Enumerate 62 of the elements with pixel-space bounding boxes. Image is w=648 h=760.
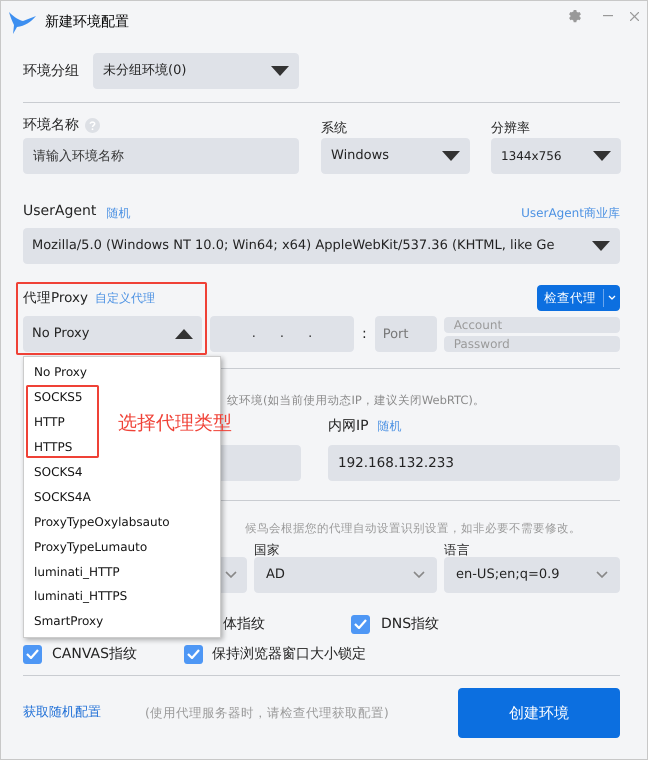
field-label: 代理Proxy — [23, 288, 88, 308]
chevron-down-icon — [225, 571, 237, 579]
menu-item[interactable]: SOCKS4A — [34, 488, 91, 506]
account-input[interactable]: Account — [444, 316, 620, 332]
menu-item[interactable]: ProxyTypeLumauto — [34, 538, 148, 556]
resolution-select[interactable]: 1344x756 — [491, 138, 621, 174]
field-label: 语言 — [444, 542, 470, 557]
field-label: 系统 — [321, 121, 347, 136]
menu-item[interactable]: HTTP — [34, 413, 65, 432]
menu-item[interactable]: SOCKS5 — [34, 388, 83, 406]
random-config-link[interactable]: 获取随机配置 — [23, 703, 101, 723]
caret-icon — [593, 151, 611, 161]
menu-item[interactable]: SmartProxy — [34, 612, 104, 630]
menu-item[interactable]: HTTPS — [34, 438, 72, 456]
group-select[interactable]: 未分组环境(0) — [93, 53, 299, 89]
menu-item[interactable]: luminati_HTTP — [34, 562, 120, 581]
create-button[interactable]: 创建环境 — [458, 688, 620, 738]
caret-icon — [175, 329, 193, 339]
menu-item[interactable]: ProxyTypeOxylabsauto — [34, 512, 170, 531]
port-input[interactable]: Port — [374, 316, 437, 352]
settings-icon[interactable] — [567, 8, 583, 24]
webrtc-note: 纹环境(如当前使用动态IP，建议关闭WebRTC)。 — [227, 393, 485, 407]
lan-ip-input[interactable]: 192.168.132.233 — [328, 445, 620, 481]
menu-item[interactable]: SOCKS4 — [34, 463, 83, 481]
field-label: 国家 — [254, 542, 280, 557]
check-proxy-button[interactable]: 检查代理 — [537, 285, 620, 311]
ip-input[interactable]: . . . — [210, 316, 354, 352]
field-label: 环境名称 — [23, 116, 79, 134]
system-select[interactable]: Windows — [321, 138, 470, 174]
caret-icon — [442, 151, 460, 161]
useragent-select[interactable]: Mozilla/5.0 (Windows NT 10.0; Win64; x64) AppleWebKit/537.36 (KHTML, like Ge — [23, 228, 620, 264]
proxy-type-select[interactable]: No Proxy — [23, 316, 202, 352]
close-icon[interactable] — [630, 12, 639, 20]
checkbox-label: DNS指纹 — [381, 614, 440, 634]
minimize-icon[interactable] — [603, 15, 613, 17]
checkbox[interactable] — [184, 644, 203, 664]
annotation-text: 选择代理类型 — [118, 411, 232, 436]
checkbox[interactable] — [351, 614, 370, 634]
field-label: 内网IP — [328, 416, 369, 436]
menu-item[interactable]: No Proxy — [34, 363, 88, 382]
country-select[interactable]: AD — [254, 557, 437, 593]
language-select[interactable]: en-US;en;q=0.9 — [444, 557, 620, 593]
name-input[interactable]: 请输入环境名称 — [23, 138, 299, 174]
password-input[interactable]: Password — [444, 336, 620, 352]
colon-separator: : — [362, 324, 367, 344]
window-title: 新建环境配置 — [45, 12, 129, 32]
checkbox-label: CANVAS指纹 — [52, 644, 137, 664]
menu-item[interactable]: luminati_HTTPS — [34, 587, 128, 606]
field-label: UserAgent — [23, 202, 96, 221]
field-label: 环境分组 — [23, 62, 80, 80]
checkbox-label: 保持浏览器窗口大小锁定 — [212, 644, 366, 664]
chevron-down-icon — [596, 571, 608, 579]
caret-icon — [271, 66, 289, 76]
checkbox-label: 体指纹 — [223, 614, 265, 634]
bird-logo-icon — [9, 10, 37, 34]
checkbox[interactable] — [23, 644, 42, 664]
help-icon — [85, 118, 100, 132]
caret-icon — [592, 241, 610, 251]
field-label: 分辨率 — [491, 121, 530, 136]
auto-setting-hint: 候鸟会根据您的代理自动设置识别设置，如非必要不需要修改。 — [245, 521, 581, 535]
footer-note: (使用代理服务器时，请检查代理获取配置) — [145, 704, 389, 722]
chevron-down-icon — [413, 571, 425, 579]
